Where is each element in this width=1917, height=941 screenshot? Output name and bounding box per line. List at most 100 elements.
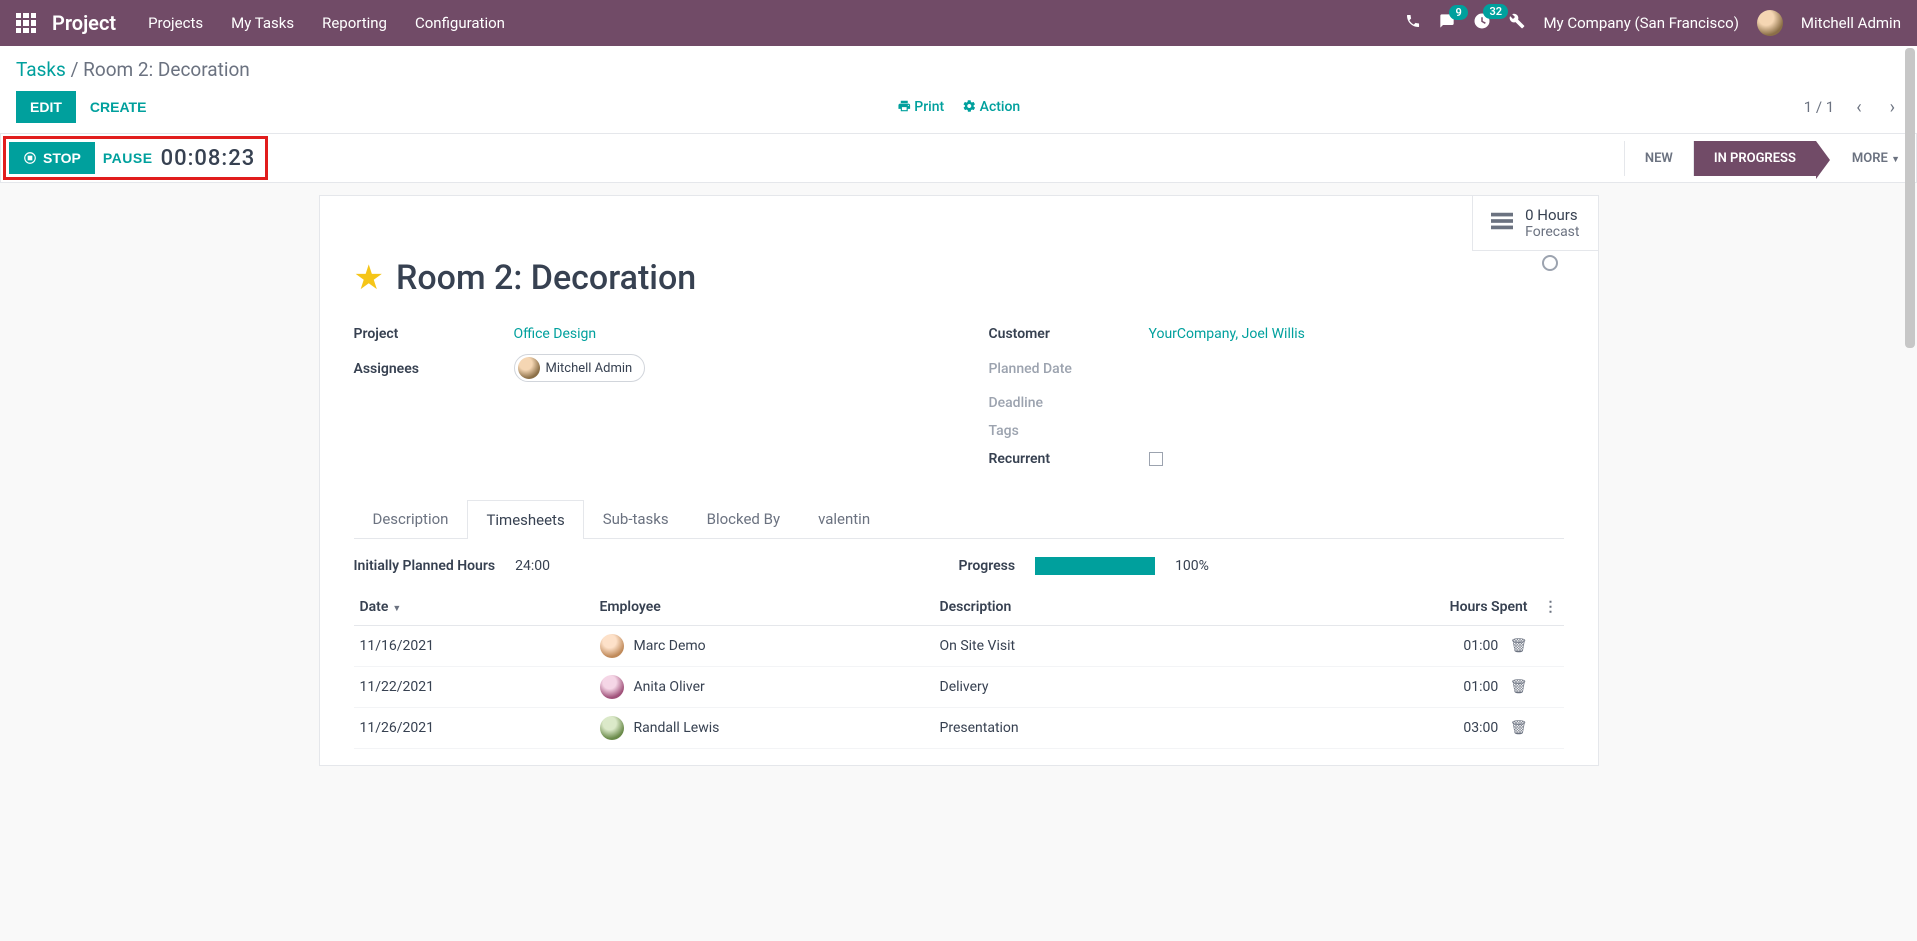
cell-date: 11/26/2021 xyxy=(354,708,594,749)
action-button[interactable]: Action xyxy=(962,99,1020,115)
th-date[interactable]: Date xyxy=(354,589,594,626)
top-navbar: Project Projects My Tasks Reporting Conf… xyxy=(0,0,1917,46)
planned-hours-label: Initially Planned Hours xyxy=(354,558,496,574)
user-avatar[interactable] xyxy=(1757,10,1783,36)
pager-next-icon[interactable]: › xyxy=(1884,95,1901,120)
activity-icon[interactable]: 32 xyxy=(1473,12,1491,34)
table-row[interactable]: 11/26/2021Randall LewisPresentation03:00… xyxy=(354,708,1564,749)
progress-pct: 100% xyxy=(1175,558,1209,574)
employee-avatar xyxy=(600,675,624,699)
cell-hours: 01:00 🗑 xyxy=(1394,667,1534,708)
progress-label: Progress xyxy=(959,558,1016,574)
cell-desc: On Site Visit xyxy=(934,626,1394,667)
planned-hours-value: 24:00 xyxy=(515,558,550,574)
nav-projects[interactable]: Projects xyxy=(148,14,203,32)
scrollbar-indicator[interactable] xyxy=(1905,48,1915,348)
delete-row-icon[interactable]: 🗑 xyxy=(1510,679,1528,695)
stat-forecast-button[interactable]: 0 Hours Forecast xyxy=(1472,196,1597,251)
tab-valentin[interactable]: valentin xyxy=(799,499,889,538)
label-customer: Customer xyxy=(989,326,1149,342)
breadcrumb-parent[interactable]: Tasks xyxy=(16,58,66,81)
employee-avatar xyxy=(600,634,624,658)
cell-hours: 03:00 🗑 xyxy=(1394,708,1534,749)
breadcrumb-sep: / xyxy=(71,58,84,81)
table-row[interactable]: 11/16/2021Marc DemoOn Site Visit01:00 🗑 xyxy=(354,626,1564,667)
cell-hours: 01:00 🗑 xyxy=(1394,626,1534,667)
user-name[interactable]: Mitchell Admin xyxy=(1801,14,1901,32)
pager-counter[interactable]: 1 / 1 xyxy=(1804,98,1835,116)
app-brand[interactable]: Project xyxy=(52,11,116,35)
stat-label: Forecast xyxy=(1525,224,1579,240)
table-row[interactable]: 11/22/2021Anita OliverDelivery01:00 🗑 xyxy=(354,667,1564,708)
tab-subtasks[interactable]: Sub-tasks xyxy=(584,499,688,538)
apps-icon[interactable] xyxy=(16,13,36,33)
breadcrumb-current: Room 2: Decoration xyxy=(83,58,250,81)
tab-timesheets[interactable]: Timesheets xyxy=(467,500,583,539)
priority-star-icon[interactable]: ★ xyxy=(354,258,384,298)
topnav-menu: Projects My Tasks Reporting Configuratio… xyxy=(148,14,505,32)
employee-avatar xyxy=(600,716,624,740)
cell-date: 11/22/2021 xyxy=(354,667,594,708)
progress-bar xyxy=(1035,557,1155,575)
status-bar: STOP PAUSE 00:08:23 NEW IN PROGRESS MORE… xyxy=(0,133,1917,183)
bars-icon xyxy=(1491,212,1513,235)
discuss-icon[interactable]: 9 xyxy=(1439,13,1455,33)
cell-desc: Presentation xyxy=(934,708,1394,749)
label-deadline: Deadline xyxy=(989,395,1149,411)
debug-icon[interactable] xyxy=(1509,13,1525,33)
label-project: Project xyxy=(354,326,514,342)
create-button[interactable]: CREATE xyxy=(76,91,161,123)
topnav-right: 9 32 My Company (San Francisco) Mitchell… xyxy=(1405,10,1901,36)
cell-employee: Marc Demo xyxy=(594,626,934,667)
stage-more-button[interactable]: MORE ▼ xyxy=(1836,141,1916,176)
timer-highlight-box: STOP PAUSE 00:08:23 xyxy=(3,136,268,180)
recurrent-checkbox[interactable] xyxy=(1149,452,1163,466)
nav-my-tasks[interactable]: My Tasks xyxy=(231,14,294,32)
nav-configuration[interactable]: Configuration xyxy=(415,14,505,32)
tab-blocked-by[interactable]: Blocked By xyxy=(688,499,799,538)
pause-button[interactable]: PAUSE xyxy=(103,150,153,166)
tab-description[interactable]: Description xyxy=(354,499,468,538)
label-planned-date: Planned Date xyxy=(989,361,1149,377)
cp-center: Print Action xyxy=(897,99,1020,115)
nav-reporting[interactable]: Reporting xyxy=(322,14,387,32)
task-title: Room 2: Decoration xyxy=(396,258,696,298)
form-sheet: 0 Hours Forecast ★ Room 2: Decoration Pr… xyxy=(319,195,1599,766)
cell-desc: Delivery xyxy=(934,667,1394,708)
value-project[interactable]: Office Design xyxy=(514,326,597,342)
value-customer[interactable]: YourCompany, Joel Willis xyxy=(1149,326,1305,342)
stat-value: 0 Hours xyxy=(1525,206,1579,224)
edit-button[interactable]: EDIT xyxy=(16,91,76,123)
activity-badge: 32 xyxy=(1483,4,1508,19)
delete-row-icon[interactable]: 🗑 xyxy=(1510,638,1528,654)
th-description[interactable]: Description xyxy=(934,589,1394,626)
column-options-icon[interactable]: ⋮ xyxy=(1544,599,1558,615)
timesheet-summary: Initially Planned Hours 24:00 Progress 1… xyxy=(354,557,1564,575)
label-assignees: Assignees xyxy=(354,361,514,377)
th-hours[interactable]: Hours Spent xyxy=(1394,589,1534,626)
phone-icon[interactable] xyxy=(1405,13,1421,33)
control-panel: Tasks / Room 2: Decoration EDIT CREATE P… xyxy=(0,46,1917,133)
breadcrumb: Tasks / Room 2: Decoration xyxy=(16,58,1901,81)
th-employee[interactable]: Employee xyxy=(594,589,934,626)
delete-row-icon[interactable]: 🗑 xyxy=(1510,720,1528,736)
form-fields: Project Office Design Customer YourCompa… xyxy=(354,326,1564,467)
cp-right: 1 / 1 ‹ › xyxy=(1804,95,1901,120)
timesheet-table: Date Employee Description Hours Spent ⋮ … xyxy=(354,589,1564,749)
timer-display: 00:08:23 xyxy=(161,146,260,171)
assignee-avatar xyxy=(518,357,540,379)
stage-new[interactable]: NEW xyxy=(1624,141,1694,176)
print-button[interactable]: Print xyxy=(897,99,944,115)
label-tags: Tags xyxy=(989,423,1149,439)
company-switcher[interactable]: My Company (San Francisco) xyxy=(1543,14,1738,32)
cell-date: 11/16/2021 xyxy=(354,626,594,667)
discuss-badge: 9 xyxy=(1449,5,1467,20)
cell-employee: Randall Lewis xyxy=(594,708,934,749)
stage-in-progress[interactable]: IN PROGRESS xyxy=(1694,141,1816,176)
notebook-tabs: Description Timesheets Sub-tasks Blocked… xyxy=(354,499,1564,539)
cell-employee: Anita Oliver xyxy=(594,667,934,708)
pager-prev-icon[interactable]: ‹ xyxy=(1850,95,1867,120)
assignee-tag[interactable]: Mitchell Admin xyxy=(514,354,646,382)
kanban-state-dot[interactable] xyxy=(1542,255,1558,271)
stop-button[interactable]: STOP xyxy=(9,142,95,174)
